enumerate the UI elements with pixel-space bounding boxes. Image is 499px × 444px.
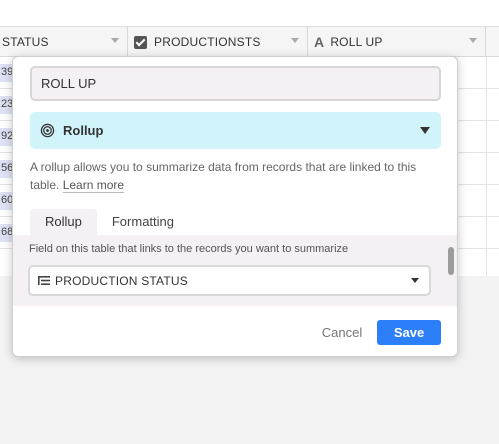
rollup-panel: Field on this table that links to the re… bbox=[13, 235, 457, 306]
top-strip bbox=[0, 0, 499, 27]
scrollbar[interactable] bbox=[448, 247, 454, 275]
linked-field-value: PRODUCTION STATUS bbox=[55, 273, 188, 288]
column-header-label: STATUS bbox=[2, 35, 49, 49]
cancel-button[interactable]: Cancel bbox=[313, 320, 371, 345]
field-type-description: A rollup allows you to summarize data fr… bbox=[30, 158, 445, 194]
chevron-down-icon[interactable] bbox=[111, 38, 119, 43]
linked-field-label: Field on this table that links to the re… bbox=[29, 243, 349, 255]
field-type-select[interactable]: Rollup bbox=[30, 112, 441, 149]
chevron-down-icon[interactable] bbox=[291, 38, 299, 43]
field-config-dialog: Rollup A rollup allows you to summarize … bbox=[12, 56, 458, 357]
caret-down-icon bbox=[411, 278, 419, 283]
rollup-spiral-icon bbox=[40, 123, 55, 138]
text-a-icon: A bbox=[314, 34, 325, 50]
linked-record-icon bbox=[38, 276, 50, 285]
tab-rollup[interactable]: Rollup bbox=[30, 209, 97, 235]
learn-more-link[interactable]: Learn more bbox=[62, 178, 125, 193]
field-type-label: Rollup bbox=[63, 123, 104, 138]
field-name-input[interactable] bbox=[30, 66, 441, 101]
tab-formatting[interactable]: Formatting bbox=[97, 209, 189, 235]
column-header-label: ROLL UP bbox=[330, 35, 383, 49]
linked-field-select[interactable]: PRODUCTION STATUS bbox=[28, 265, 431, 296]
chevron-down-icon[interactable] bbox=[469, 38, 477, 43]
column-header-productionsts[interactable]: PRODUCTIONSTS bbox=[128, 27, 308, 57]
grid-header: STATUS PRODUCTIONSTS A ROLL UP bbox=[0, 27, 499, 57]
config-tabs: Rollup Formatting bbox=[30, 209, 189, 235]
save-button[interactable]: Save bbox=[377, 320, 441, 345]
caret-down-icon bbox=[420, 127, 430, 134]
checkbox-icon bbox=[134, 35, 147, 49]
column-header-label: PRODUCTIONSTS bbox=[154, 35, 261, 49]
column-header-roll-up[interactable]: A ROLL UP bbox=[308, 27, 486, 57]
column-header-status[interactable]: STATUS bbox=[0, 27, 128, 57]
